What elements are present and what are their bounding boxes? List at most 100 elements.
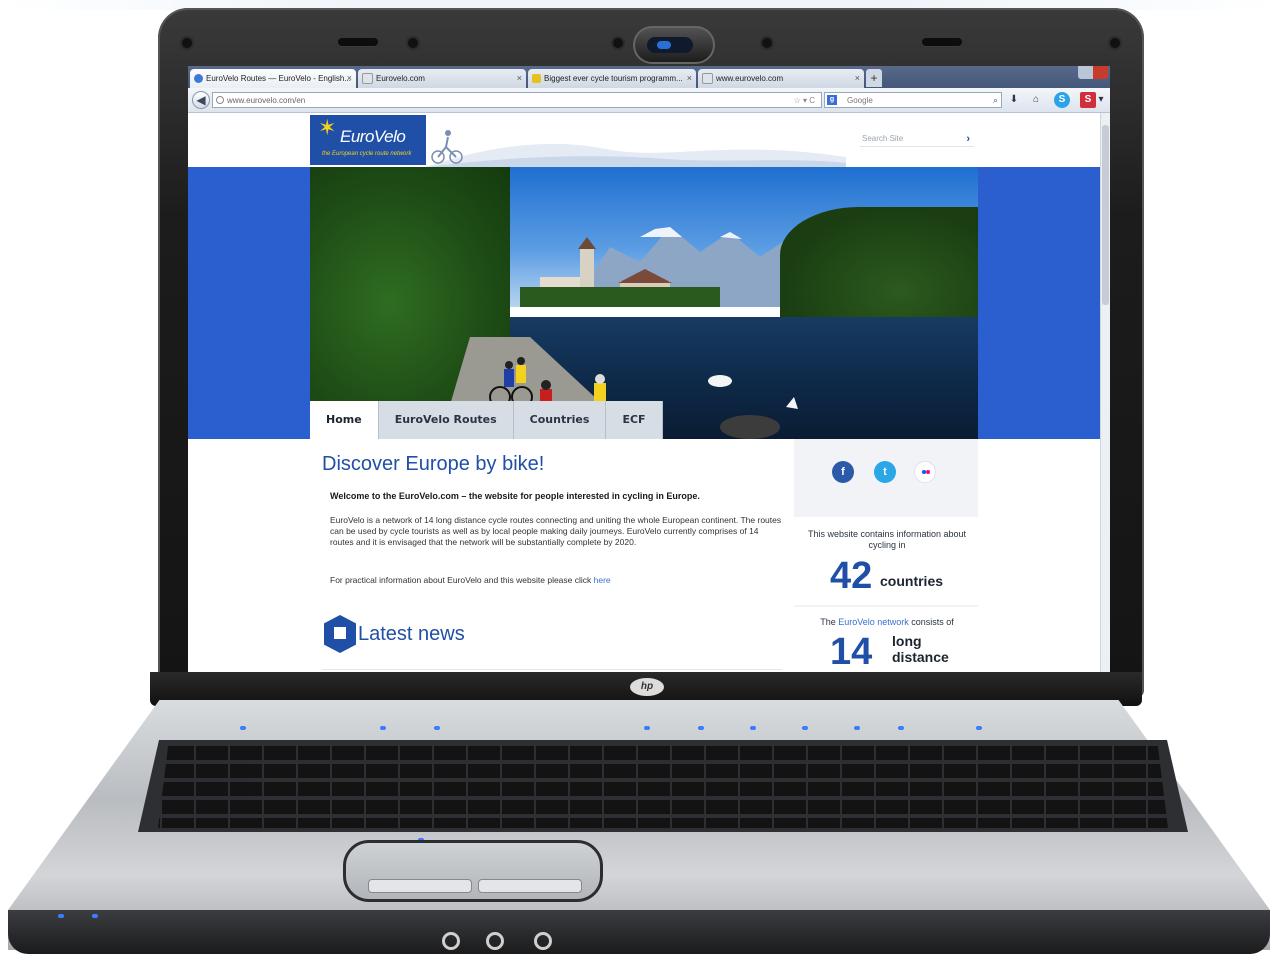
touchpad-left-button[interactable] — [368, 879, 472, 893]
countries-stat-word: countries — [880, 573, 944, 589]
site-identity-icon[interactable] — [216, 96, 224, 104]
web-page: ✶ EuroVelo the European cycle route netw… — [188, 113, 1100, 672]
hp-logo: hp — [630, 678, 664, 696]
header-cyclist-graphic — [426, 130, 846, 167]
page-scrollbar[interactable] — [1100, 113, 1110, 672]
status-led — [854, 726, 860, 730]
logo-text: EuroVelo — [340, 127, 406, 146]
latest-news-heading: Latest news — [358, 623, 465, 645]
nav-tab-home[interactable]: Home — [310, 401, 379, 439]
eurovelo-logo[interactable]: ✶ EuroVelo the European cycle route netw… — [310, 115, 426, 165]
skype-icon[interactable]: S — [1054, 92, 1070, 108]
magnifier-icon[interactable]: ⌕ — [993, 93, 998, 108]
back-button[interactable]: ◀ — [192, 91, 210, 109]
front-led — [58, 914, 64, 918]
stumble-icon[interactable]: S — [1080, 92, 1096, 108]
status-led — [898, 726, 904, 730]
home-icon[interactable]: ⌂ — [1028, 92, 1044, 108]
tab-close-icon[interactable]: × — [347, 73, 352, 83]
tab-favicon-icon — [702, 73, 713, 84]
flickr-dots — [922, 470, 930, 474]
site-search-placeholder: Search Site — [862, 134, 904, 143]
lid-mic — [408, 38, 418, 48]
practical-info-prefix: For practical information about EuroVelo… — [330, 575, 594, 585]
download-icon[interactable]: ⬇ — [1006, 92, 1022, 108]
browser-tab[interactable]: Biggest ever cycle tourism programm... × — [528, 69, 696, 88]
tab-favicon-icon — [362, 73, 373, 84]
lid-latch-left — [338, 38, 378, 46]
tab-close-icon[interactable]: × — [517, 73, 522, 83]
audio-port — [534, 932, 552, 950]
browser-tab[interactable]: Eurovelo.com × — [358, 69, 526, 88]
webcam-lens — [647, 37, 693, 53]
laptop-screen: EuroVelo Routes — EuroVelo - English... … — [188, 66, 1110, 672]
countries-stat-text: This website contains information about … — [807, 529, 967, 550]
scrollbar-thumb[interactable] — [1102, 125, 1109, 305]
window-controls[interactable] — [1078, 66, 1108, 79]
site-nav: Home EuroVelo Routes Countries ECF — [310, 401, 663, 439]
tab-favicon-icon — [194, 74, 203, 83]
lid-screw — [182, 38, 192, 48]
star-icon: ✶ — [318, 115, 337, 140]
main-content: Discover Europe by bike! Welcome to the … — [310, 439, 788, 672]
new-tab-button[interactable]: + — [866, 69, 882, 87]
search-engine-icon[interactable]: g — [827, 95, 837, 105]
menu-chevron-icon[interactable]: ▾ — [1096, 92, 1106, 108]
browser-search-input[interactable]: g Google ⌕ — [824, 92, 1002, 108]
nav-tab-eurovelo-routes[interactable]: EuroVelo Routes — [378, 401, 514, 439]
audio-port — [442, 932, 460, 950]
routes-stat-number: 14 — [830, 631, 873, 672]
status-led — [976, 726, 982, 730]
address-bar-tools[interactable]: ☆ ▾ C — [794, 93, 815, 108]
status-led — [698, 726, 704, 730]
logo-tagline: the European cycle route network — [322, 151, 412, 157]
browser-tab[interactable]: EuroVelo Routes — EuroVelo - English... … — [190, 69, 356, 88]
flickr-icon[interactable] — [914, 461, 936, 483]
lid-mic — [762, 38, 772, 48]
lid-mic — [613, 38, 623, 48]
touchpad-right-button[interactable] — [478, 879, 582, 893]
chevron-right-icon[interactable]: › — [966, 131, 970, 147]
welcome-text: Welcome to the EuroVelo.com – the websit… — [330, 491, 700, 501]
twitter-icon[interactable]: t — [874, 461, 896, 483]
tab-close-icon[interactable]: × — [687, 73, 692, 83]
routes-stat-prefix: The — [820, 617, 839, 627]
tab-label: Eurovelo.com — [376, 74, 425, 83]
status-led — [750, 726, 756, 730]
facebook-icon[interactable]: f — [832, 461, 854, 483]
address-bar-url: www.eurovelo.com/en — [227, 96, 306, 105]
lid-latch-right — [922, 38, 962, 46]
page-side-panel — [188, 167, 310, 439]
site-search-input[interactable]: Search Site › — [860, 131, 974, 147]
tab-label: www.eurovelo.com — [716, 74, 784, 83]
site-header: ✶ EuroVelo the European cycle route netw… — [188, 113, 1100, 167]
address-bar[interactable]: www.eurovelo.com/en ☆ ▾ C — [212, 92, 822, 108]
lid-screw — [1110, 38, 1120, 48]
webcam — [633, 26, 715, 64]
front-led — [92, 914, 98, 918]
news-icon — [324, 615, 356, 653]
browser-tab[interactable]: www.eurovelo.com × — [698, 69, 864, 88]
countries-stat-box: This website contains information about … — [794, 513, 978, 605]
routes-stat-word-long: long — [892, 633, 922, 649]
hero-swans — [708, 375, 798, 439]
search-engine-label: Google — [847, 96, 873, 105]
page-heading: Discover Europe by bike! — [322, 453, 545, 475]
touchpad[interactable] — [343, 840, 603, 902]
nav-tab-countries[interactable]: Countries — [513, 401, 607, 439]
status-led — [240, 726, 246, 730]
routes-stat-suffix: consists of — [908, 617, 954, 627]
eurovelo-network-link[interactable]: EuroVelo network — [838, 617, 909, 627]
hero-town — [520, 237, 720, 307]
routes-stat-box: The EuroVelo network consists of 14 long… — [794, 607, 978, 672]
nav-tab-ecf[interactable]: ECF — [606, 401, 663, 439]
status-led — [380, 726, 386, 730]
countries-stat-number: 42 — [830, 555, 873, 597]
hero-image — [310, 167, 978, 439]
hero-trees-right — [780, 207, 978, 327]
keyboard-keys — [158, 746, 1168, 828]
news-icon-page — [334, 627, 346, 639]
tab-close-icon[interactable]: × — [855, 73, 860, 83]
tab-favicon-icon — [532, 74, 541, 83]
practical-info-link[interactable]: here — [594, 575, 611, 585]
